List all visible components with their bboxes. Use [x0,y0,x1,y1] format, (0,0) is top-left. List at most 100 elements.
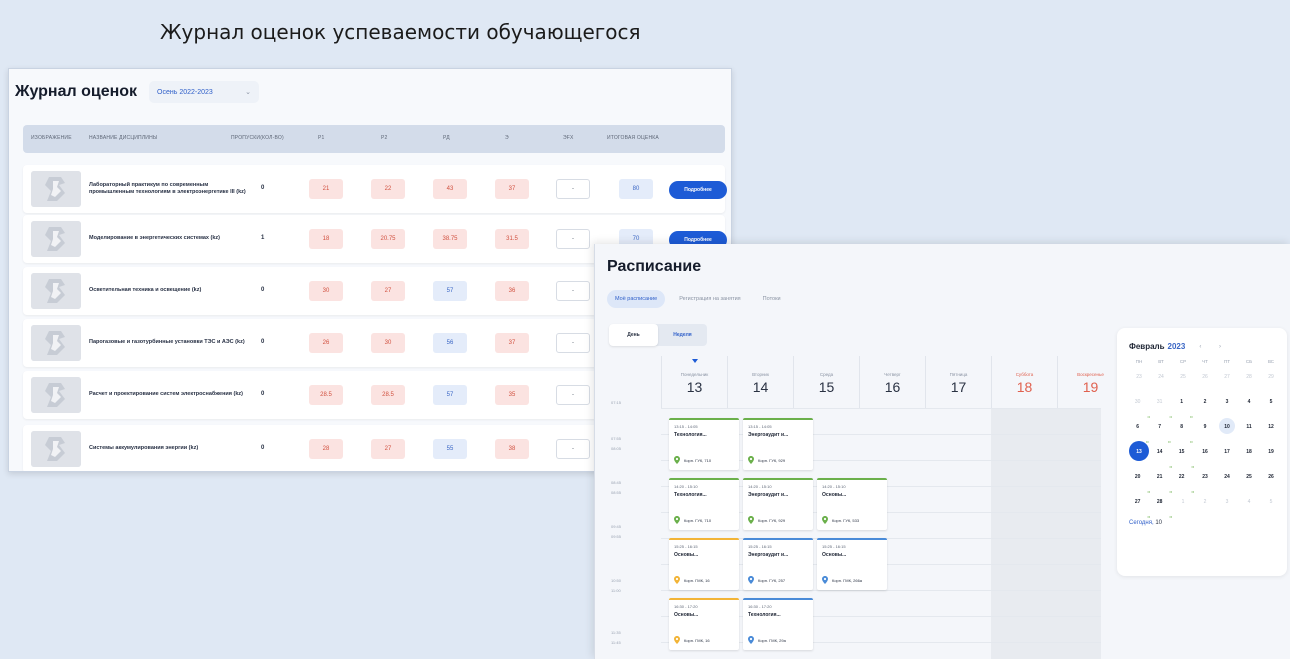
day-header[interactable]: Понедельник 13 [661,356,727,408]
tab-my-schedule[interactable]: Моё расписание [607,290,666,308]
calendar-day[interactable]: 3 [1216,493,1238,518]
calendar-day[interactable]: 2 [1194,393,1216,418]
class-event-card[interactable]: 16:30 - 17:20 Основы... Корп. ГМК, 16 [669,598,739,650]
calendar-day[interactable]: 23 [1128,368,1150,393]
details-button[interactable]: Подробнее [669,181,727,199]
mini-calendar-year: 2023 [1167,342,1186,351]
calendar-day[interactable]: 4 [1238,393,1260,418]
calendar-day[interactable]: 28 [1238,368,1260,393]
calendar-day[interactable]: 15•• [1172,443,1194,469]
tab-registration[interactable]: Регистрация на занятия [671,290,748,308]
absences-value: 0 [261,445,265,451]
calendar-day[interactable]: 5 [1260,393,1282,418]
event-time: 14:20 - 15:10 [748,484,772,489]
calendar-day[interactable]: 20•• [1128,468,1150,494]
calendar-day[interactable]: 3 [1216,393,1238,418]
day-header[interactable]: Вторник 14 [727,356,793,408]
calendar-day[interactable]: 27 [1216,368,1238,393]
final-grade: 80 [619,179,653,199]
day-header[interactable]: Четверг 16 [859,356,925,408]
calendar-day[interactable]: 31•• [1150,393,1172,419]
event-room: Корп. ГМК, 16 [684,637,710,643]
hour-gridline [661,408,1101,409]
calendar-day[interactable]: 17 [1216,443,1238,468]
calendar-day[interactable]: 10 [1216,418,1238,443]
location-pin-icon [674,516,680,524]
calendar-day[interactable]: 14•• [1150,443,1172,469]
calendar-day[interactable]: 1•• [1172,393,1194,419]
efx-score: - [556,385,590,405]
class-event-card[interactable]: 15:25 - 16:15 Основы... Корп. ГМК, 16 [669,538,739,590]
calendar-day[interactable]: 9 [1194,418,1216,443]
view-week-button[interactable]: Неделя [658,324,707,346]
time-label: 07:15 [611,400,622,405]
calendar-day[interactable]: 1 [1172,493,1194,518]
semester-select-value: Осень 2022-2023 [157,88,213,96]
class-event-card[interactable]: 15:25 - 16:15 Энергоаудит и... Корп. ГУК, … [743,538,813,590]
rd-score: 56 [433,333,467,353]
calendar-day[interactable]: 26 [1260,468,1282,493]
rd-score: 57 [433,385,467,405]
column-header-r1: Р1 [318,135,325,141]
day-date: 16 [884,379,901,395]
month-nav-arrows[interactable]: ‹ › [1199,344,1229,350]
calendar-day[interactable]: 8•• [1172,418,1194,444]
day-header[interactable]: Пятница 17 [925,356,991,408]
calendar-day[interactable]: 6•• [1128,418,1150,444]
calendar-day[interactable]: 24 [1150,368,1172,393]
class-event-card[interactable]: 13:15 - 14:05 Энергоаудит и... Корп. ГУК, … [743,418,813,470]
calendar-day[interactable]: 4 [1238,493,1260,518]
calendar-day[interactable]: 25 [1238,468,1260,493]
calendar-day[interactable]: 22•• [1172,468,1194,494]
view-day-button[interactable]: День [609,324,658,346]
table-row: Лабораторный практикум по современным пр… [23,165,727,213]
calendar-day[interactable]: 26 [1194,368,1216,393]
event-name: Технология... [674,432,707,438]
event-location: Корп. ГМК, 16 [674,576,710,584]
calendar-day[interactable]: 2 [1194,493,1216,518]
class-event-card[interactable]: 15:25 - 16:15 Основы... Корп. ГМК, 266a [817,538,887,590]
schedule-title: Расписание [607,258,702,275]
location-pin-icon [822,516,828,524]
weekday-label: ПТ [1224,359,1230,364]
class-event-card[interactable]: 16:30 - 17:20 Технология... Корп. ГМК, 29a [743,598,813,650]
today-indicator[interactable]: Сегодня, 10 [1129,520,1279,526]
class-event-card[interactable]: 14:20 - 15:10 Технология... Корп. ГУК, 710 [669,478,739,530]
calendar-day[interactable]: 19 [1260,443,1282,468]
event-location: Корп. ГУК, 929 [748,456,785,464]
calendar-day[interactable]: 23 [1194,468,1216,493]
tab-streams[interactable]: Потоки [755,290,789,308]
calendar-day[interactable]: 11 [1238,418,1260,443]
day-header[interactable]: Воскресенье 19 [1057,356,1123,408]
absences-value: 0 [261,287,265,293]
calendar-day[interactable]: 25 [1172,368,1194,393]
calendar-day[interactable]: 27•• [1128,493,1150,519]
calendar-day[interactable]: 21•• [1150,468,1172,494]
calendar-day[interactable]: 12 [1260,418,1282,443]
event-location: Корп. ГУК, 533 [822,516,859,524]
calendar-day[interactable]: 18 [1238,443,1260,468]
calendar-day[interactable]: 29 [1260,368,1282,393]
calendar-day[interactable]: 28•• [1150,493,1172,519]
absences-value: 1 [261,235,265,241]
discipline-thumbnail [31,171,81,207]
calendar-day[interactable]: 13 [1128,441,1150,468]
event-location: Корп. ГУК, 710 [674,456,711,464]
event-location: Корп. ГУК, 257 [748,576,785,584]
location-pin-icon [674,636,680,644]
class-event-card[interactable]: 14:20 - 15:10 Основы... Корп. ГУК, 533 [817,478,887,530]
class-event-card[interactable]: 13:15 - 14:05 Технология... Корп. ГУК, 710 [669,418,739,470]
day-header[interactable]: Среда 15 [793,356,859,408]
calendar-day[interactable]: 5 [1260,493,1282,518]
class-event-card[interactable]: 14:20 - 15:10 Энергоаудит и... Корп. ГУК, … [743,478,813,530]
r2-score: 27 [371,439,405,459]
discipline-thumbnail [31,273,81,309]
semester-select[interactable]: Осень 2022-2023 ⌄ [149,81,260,103]
rd-score: 38.75 [433,229,467,249]
calendar-day[interactable]: 30•• [1128,393,1150,419]
calendar-day[interactable]: 7•• [1150,418,1172,444]
event-location: Корп. ГМК, 266a [822,576,862,584]
day-header[interactable]: Суббота 18 [991,356,1057,408]
calendar-day[interactable]: 24 [1216,468,1238,493]
calendar-day[interactable]: 16 [1194,443,1216,468]
